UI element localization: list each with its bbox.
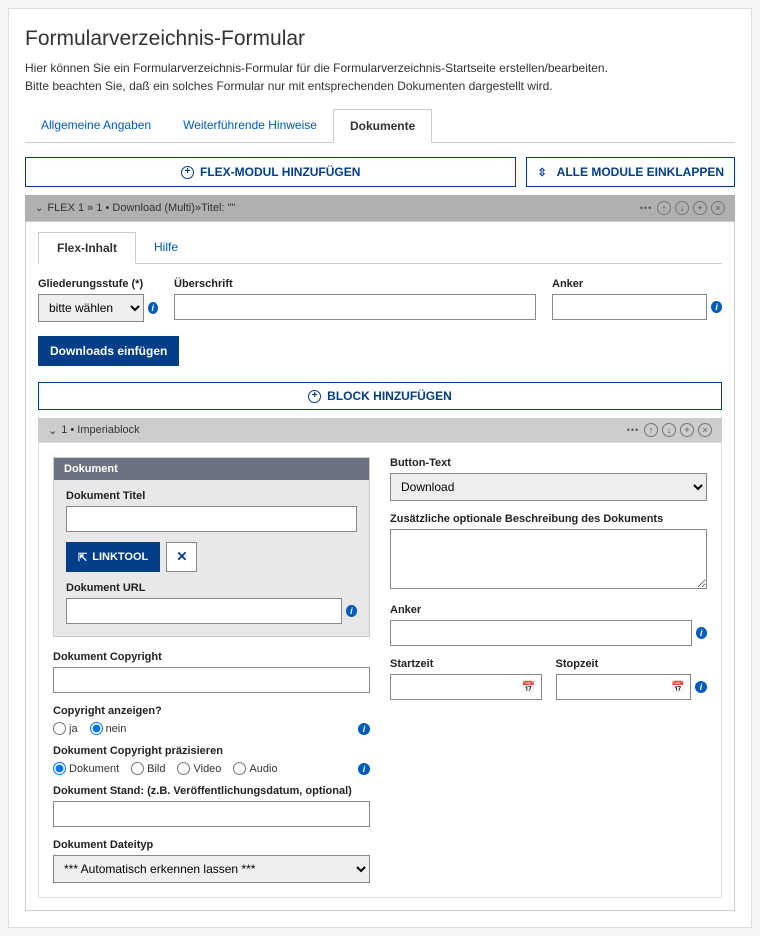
info-icon[interactable]: i (711, 301, 722, 313)
radio-audio[interactable]: Audio (233, 762, 277, 775)
inner-tab-help[interactable]: Hilfe (136, 232, 196, 263)
tab-hinweise[interactable]: Weiterführende Hinweise (167, 109, 333, 142)
radio-video[interactable]: Video (177, 762, 221, 775)
page-title: Formularverzeichnis-Formular (25, 27, 735, 51)
button-text-select[interactable]: Download (390, 473, 707, 501)
plus-icon: + (308, 390, 321, 403)
duplicate-icon[interactable]: + (693, 201, 707, 215)
radio-dokument[interactable]: Dokument (53, 762, 119, 775)
dateityp-select[interactable]: *** Automatisch erkennen lassen *** (53, 855, 370, 883)
radio-nein[interactable]: nein (90, 722, 127, 735)
copyright-precise-label: Dokument Copyright präzisieren (53, 745, 352, 757)
move-up-icon[interactable]: ↑ (644, 423, 658, 437)
anker-label: Anker (552, 278, 722, 290)
doc-url-label: Dokument URL (66, 582, 357, 594)
copyright-input[interactable] (53, 667, 370, 693)
link-icon: ⇱ (78, 551, 87, 564)
radio-bild[interactable]: Bild (131, 762, 165, 775)
info-icon[interactable]: i (358, 763, 370, 775)
beschreibung-textarea[interactable] (390, 529, 707, 589)
copyright-label: Dokument Copyright (53, 651, 370, 663)
beschreibung-label: Zusätzliche optionale Beschreibung des D… (390, 513, 707, 525)
button-text-label: Button-Text (390, 457, 707, 469)
linktool-button[interactable]: ⇱ LINKTOOL (66, 542, 160, 572)
stand-input[interactable] (53, 801, 370, 827)
gliederung-label: Gliederungsstufe (*) (38, 278, 158, 290)
menu-icon[interactable]: ••• (639, 201, 653, 215)
anker-input[interactable] (552, 294, 707, 320)
doc-titel-input[interactable] (66, 506, 357, 532)
startzeit-input[interactable] (390, 674, 542, 700)
tab-dokumente[interactable]: Dokumente (333, 109, 432, 143)
info-icon[interactable]: i (358, 723, 370, 735)
anker2-label: Anker (390, 604, 707, 616)
calendar-icon[interactable]: 📅 (671, 681, 685, 694)
tab-allgemeine[interactable]: Allgemeine Angaben (25, 109, 167, 142)
radio-ja[interactable]: ja (53, 722, 78, 735)
move-down-icon[interactable]: ↓ (662, 423, 676, 437)
collapse-all-button[interactable]: ⇳ ALLE MODULE EINKLAPPEN (526, 157, 735, 187)
copyright-show-label: Copyright anzeigen? (53, 705, 352, 717)
info-icon[interactable]: i (148, 302, 158, 314)
ueberschrift-label: Überschrift (174, 278, 536, 290)
chevron-down-icon: ⌄ (48, 424, 57, 437)
unlink-button[interactable]: ✕ (166, 542, 197, 572)
anker2-input[interactable] (390, 620, 692, 646)
dateityp-label: Dokument Dateityp (53, 839, 370, 851)
intro-line-1: Hier können Sie ein Formularverzeichnis-… (25, 59, 735, 77)
duplicate-icon[interactable]: + (680, 423, 694, 437)
ueberschrift-input[interactable] (174, 294, 536, 320)
move-down-icon[interactable]: ↓ (675, 201, 689, 215)
move-up-icon[interactable]: ↑ (657, 201, 671, 215)
gliederung-select[interactable]: bitte wählen (38, 294, 144, 322)
doc-url-input[interactable] (66, 598, 342, 624)
chevron-down-icon: ⌄ (35, 203, 43, 214)
menu-icon[interactable]: ••• (626, 423, 640, 437)
add-flex-module-button[interactable]: + FLEX-MODUL HINZUFÜGEN (25, 157, 516, 187)
doc-titel-label: Dokument Titel (66, 490, 357, 502)
inner-tab-content[interactable]: Flex-Inhalt (38, 232, 136, 264)
doc-box-title: Dokument (54, 458, 369, 480)
info-icon[interactable]: i (696, 627, 707, 639)
insert-downloads-button[interactable]: Downloads einfügen (38, 336, 179, 366)
delete-icon[interactable]: × (711, 201, 725, 215)
stand-label: Dokument Stand: (z.B. Veröffentlichungsd… (53, 785, 370, 797)
startzeit-label: Startzeit (390, 658, 542, 670)
info-icon[interactable]: i (346, 605, 357, 617)
intro-line-2: Bitte beachten Sie, daß ein solches Form… (25, 77, 735, 95)
block-header[interactable]: ⌄ 1 • Imperiablock ••• ↑ ↓ + × (38, 418, 722, 442)
info-icon[interactable]: i (695, 681, 707, 693)
delete-icon[interactable]: × (698, 423, 712, 437)
calendar-icon[interactable]: 📅 (522, 681, 536, 694)
add-block-button[interactable]: + BLOCK HINZUFÜGEN (38, 382, 722, 410)
module-header[interactable]: ⌄ FLEX 1 » 1 • Download (Multi)»Titel: "… (25, 195, 735, 221)
collapse-icon: ⇳ (537, 166, 546, 179)
plus-icon: + (181, 166, 194, 179)
stopzeit-label: Stopzeit (556, 658, 708, 670)
